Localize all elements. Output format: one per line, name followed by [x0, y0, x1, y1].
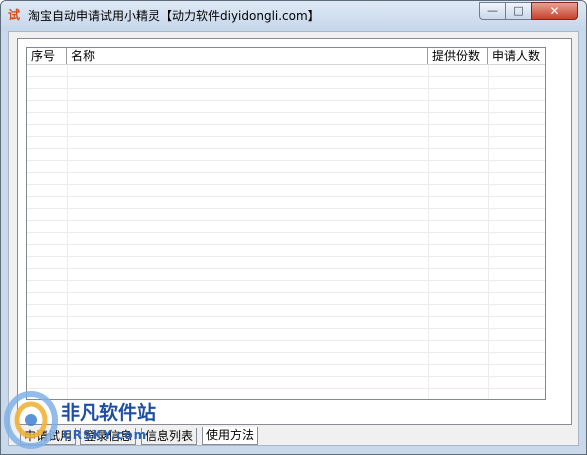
table-row[interactable]: [27, 101, 545, 113]
table-row[interactable]: [27, 137, 545, 149]
table-row[interactable]: [27, 209, 545, 221]
table-row[interactable]: [27, 197, 545, 209]
table-row[interactable]: [27, 173, 545, 185]
table-row[interactable]: [27, 377, 545, 389]
title-bar[interactable]: 试 淘宝自动申请试用小精灵【动力软件diyidongli.com】 — □ ✕: [1, 1, 586, 31]
table-row[interactable]: [27, 341, 545, 353]
minimize-icon: —: [487, 4, 498, 17]
minimize-button[interactable]: —: [479, 2, 506, 20]
column-header-name[interactable]: 名称: [67, 48, 428, 64]
app-window: 试 淘宝自动申请试用小精灵【动力软件diyidongli.com】 — □ ✕ …: [0, 0, 587, 455]
table-row[interactable]: [27, 245, 545, 257]
list-header: 序号 名称 提供份数 申请人数: [27, 48, 545, 65]
table-row[interactable]: [27, 233, 545, 245]
table-row[interactable]: [27, 353, 545, 365]
tab-info-list[interactable]: 信息列表: [141, 428, 198, 445]
table-row[interactable]: [27, 269, 545, 281]
table-row[interactable]: [27, 65, 545, 77]
table-row[interactable]: [27, 113, 545, 125]
table-row[interactable]: [27, 293, 545, 305]
table-row[interactable]: [27, 329, 545, 341]
table-row[interactable]: [27, 161, 545, 173]
app-trial-icon: 试: [7, 8, 20, 22]
table-row[interactable]: [27, 317, 545, 329]
table-row[interactable]: [27, 89, 545, 101]
column-header-index[interactable]: 序号: [27, 48, 67, 64]
table-row[interactable]: [27, 389, 545, 399]
column-divider: [488, 65, 489, 399]
column-divider: [428, 65, 429, 399]
table-row[interactable]: [27, 281, 545, 293]
column-divider: [67, 65, 68, 399]
table-row[interactable]: [27, 257, 545, 269]
column-header-applicants[interactable]: 申请人数: [488, 48, 545, 64]
table-row[interactable]: [27, 185, 545, 197]
tab-apply-trial[interactable]: 申请试用: [20, 428, 77, 445]
client-area: 序号 名称 提供份数 申请人数 申请试用 登录信息 信息列表 使用方法: [8, 31, 579, 446]
close-button[interactable]: ✕: [531, 2, 578, 20]
maximize-button[interactable]: □: [505, 2, 532, 20]
tab-panel: 序号 名称 提供份数 申请人数: [17, 38, 572, 425]
column-header-quantity[interactable]: 提供份数: [428, 48, 488, 64]
maximize-icon: □: [513, 4, 524, 17]
table-row[interactable]: [27, 149, 545, 161]
table-row[interactable]: [27, 125, 545, 137]
tab-login-info[interactable]: 登录信息: [80, 428, 137, 445]
table-row[interactable]: [27, 305, 545, 317]
table-row[interactable]: [27, 77, 545, 89]
table-row[interactable]: [27, 221, 545, 233]
close-icon: ✕: [549, 4, 560, 18]
tab-usage-method[interactable]: 使用方法: [202, 427, 259, 445]
window-title: 淘宝自动申请试用小精灵【动力软件diyidongli.com】: [28, 9, 320, 23]
item-list-view[interactable]: 序号 名称 提供份数 申请人数: [26, 47, 546, 400]
table-row[interactable]: [27, 365, 545, 377]
